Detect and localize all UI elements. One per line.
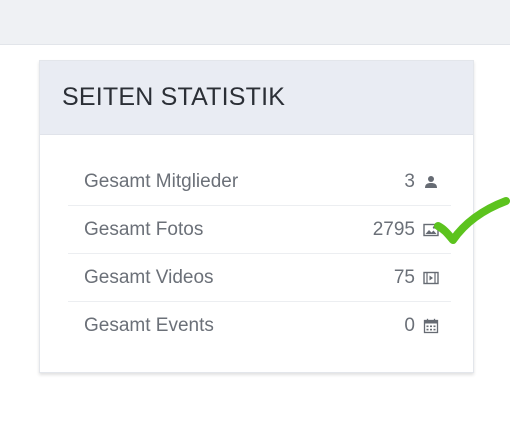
stat-label: Gesamt Fotos <box>84 218 204 240</box>
stats-list: Gesamt Mitglieder 3 Gesamt Fotos 2795 Ge… <box>68 158 451 350</box>
site-statistics-panel: SEITEN STATISTIK Gesamt Mitglieder 3 Ges… <box>39 60 474 373</box>
panel-header: SEITEN STATISTIK <box>40 61 473 135</box>
stat-value: 2795 <box>372 218 415 240</box>
panel-title: SEITEN STATISTIK <box>62 83 286 111</box>
stat-label: Gesamt Videos <box>84 266 214 288</box>
calendar-icon <box>423 318 439 334</box>
video-icon <box>423 270 439 286</box>
stat-label: Gesamt Mitglieder <box>84 170 239 192</box>
stat-row-events: Gesamt Events 0 <box>68 302 451 350</box>
checkmark-icon <box>434 197 510 244</box>
stat-row-photos: Gesamt Fotos 2795 <box>68 206 451 254</box>
user-icon <box>423 174 439 190</box>
stat-value: 3 <box>404 170 415 192</box>
stat-value: 75 <box>393 266 415 288</box>
top-bar <box>0 0 510 45</box>
stat-value: 0 <box>404 315 415 336</box>
stat-row-videos: Gesamt Videos 75 <box>68 254 451 302</box>
stat-label: Gesamt Events <box>84 315 214 336</box>
stat-row-members: Gesamt Mitglieder 3 <box>68 158 451 206</box>
